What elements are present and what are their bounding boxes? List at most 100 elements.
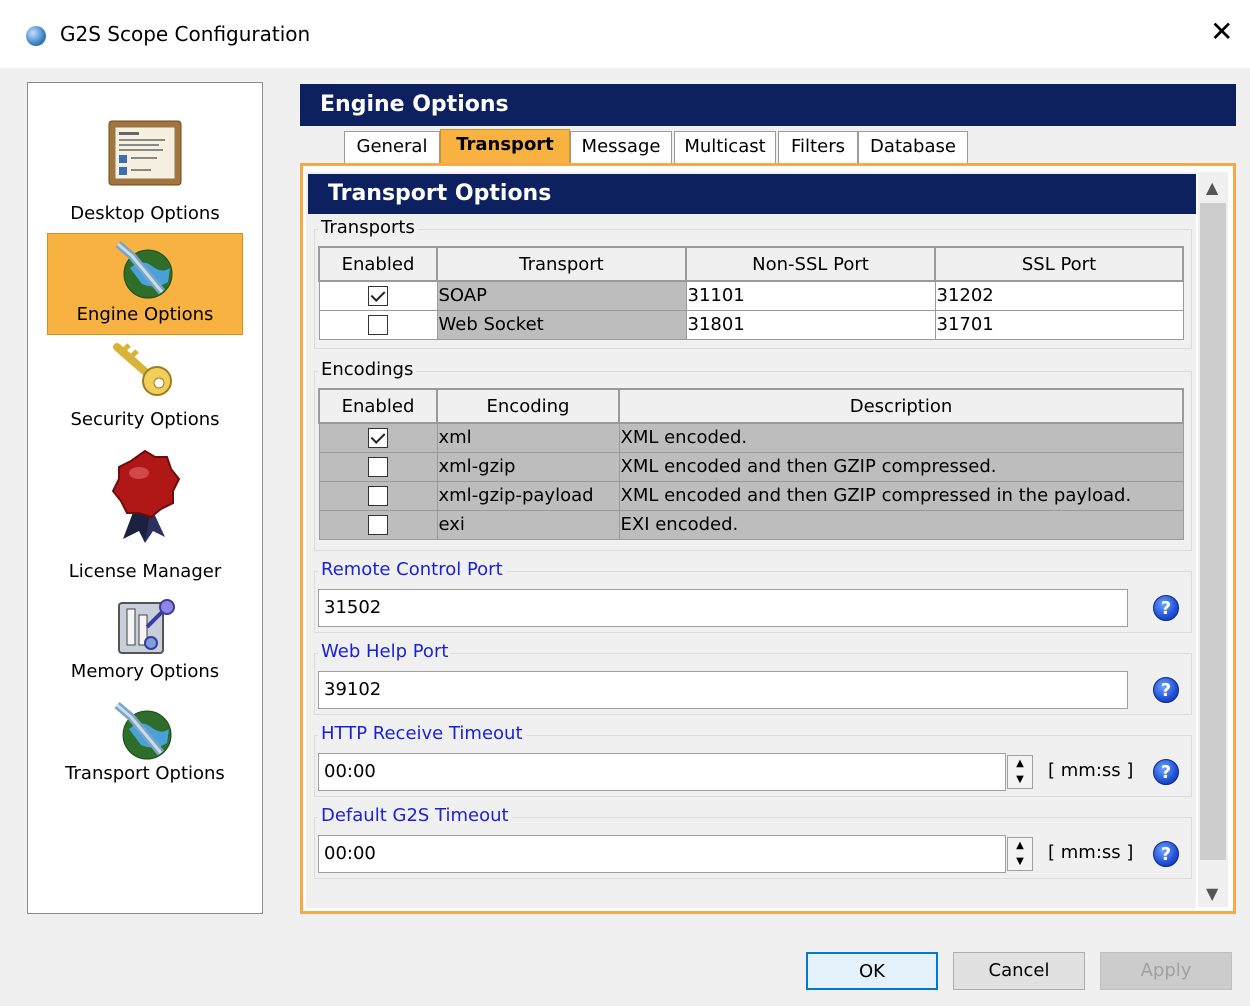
enabled-cell[interactable] [318, 509, 438, 540]
desktop-options-icon [108, 120, 182, 186]
scrollbar-thumb[interactable] [1200, 203, 1226, 860]
enabled-cell[interactable] [318, 451, 438, 482]
help-icon[interactable]: ? [1153, 677, 1179, 703]
ssl-port-cell[interactable]: 31701 [934, 309, 1184, 340]
encoding-cell: xml-gzip [436, 451, 620, 482]
description-cell: XML encoded. [618, 422, 1184, 453]
window-title: G2S Scope Configuration [60, 22, 311, 46]
non-ssl-port-cell[interactable]: 31101 [685, 280, 936, 311]
spin-down-icon[interactable]: ▼ [1008, 854, 1032, 870]
spin-down-icon[interactable]: ▼ [1008, 772, 1032, 788]
enabled-cell[interactable] [318, 309, 438, 340]
sidebar-item-transport-options[interactable]: Transport Options [47, 697, 243, 793]
sidebar-item-desktop-options[interactable]: Desktop Options [47, 113, 243, 224]
column-header[interactable]: Encoding [436, 388, 620, 424]
column-header[interactable]: Enabled [318, 246, 438, 282]
enabled-checkbox[interactable] [368, 515, 388, 535]
scroll-down-icon[interactable]: ▼ [1206, 884, 1218, 903]
tab-transport[interactable]: Transport [440, 129, 570, 163]
enabled-checkbox[interactable] [368, 286, 388, 307]
sidebar-item-label: Memory Options [70, 661, 220, 682]
sidebar-item-label: License Manager [68, 561, 222, 582]
transport-options-header: Transport Options [308, 174, 1196, 214]
column-header[interactable]: SSL Port [934, 246, 1184, 282]
table-row[interactable]: xml XML encoded. [318, 422, 1184, 453]
description-cell: XML encoded and then GZIP compressed. [618, 451, 1184, 482]
default-g2s-timeout-input[interactable]: 00:00 [318, 835, 1006, 873]
transport-cell: Web Socket [436, 309, 687, 340]
enabled-cell[interactable] [318, 480, 438, 511]
sidebar-item-label: Security Options [70, 409, 220, 430]
enabled-checkbox[interactable] [368, 486, 388, 506]
options-sidebar: Desktop Options Engine Options Security … [27, 82, 263, 914]
transports-label: Transports [318, 217, 418, 238]
enabled-cell[interactable] [318, 280, 438, 311]
spin-up-icon[interactable]: ▲ [1008, 838, 1032, 854]
table-header-row: Enabled Encoding Description [318, 388, 1184, 424]
sidebar-item-security-options[interactable]: Security Options [47, 339, 243, 435]
globe-icon [115, 240, 173, 299]
tab-general[interactable]: General [344, 131, 440, 163]
tab-filters[interactable]: Filters [778, 131, 858, 163]
http-receive-timeout-input[interactable]: 00:00 [318, 753, 1006, 791]
table-row[interactable]: exi EXI encoded. [318, 509, 1184, 540]
table-row[interactable]: Web Socket 31801 31701 [318, 309, 1184, 340]
apply-button[interactable]: Apply [1100, 952, 1232, 990]
ssl-port-cell[interactable]: 31202 [934, 280, 1184, 311]
unit-label: [ mm:ss ] [1048, 760, 1134, 781]
scroll-up-icon[interactable]: ▲ [1206, 178, 1218, 197]
table-header-row: Enabled Transport Non-SSL Port SSL Port [318, 246, 1184, 282]
g2s-timeout-spinner[interactable]: ▲ ▼ [1007, 837, 1033, 871]
remote-control-port-input[interactable]: 31502 [318, 589, 1128, 627]
app-icon [26, 26, 46, 46]
help-icon[interactable]: ? [1153, 841, 1179, 867]
non-ssl-port-cell[interactable]: 31801 [685, 309, 936, 340]
table-row[interactable]: SOAP 31101 31202 [318, 280, 1184, 311]
cancel-button[interactable]: Cancel [953, 952, 1085, 990]
column-header[interactable]: Enabled [318, 388, 438, 424]
help-icon[interactable]: ? [1153, 759, 1179, 785]
tab-message[interactable]: Message [570, 131, 672, 163]
encodings-label: Encodings [318, 359, 417, 380]
encoding-cell: xml-gzip-payload [436, 480, 620, 511]
http-timeout-spinner[interactable]: ▲ ▼ [1007, 755, 1033, 789]
enabled-checkbox[interactable] [368, 457, 388, 477]
encoding-cell: exi [436, 509, 620, 540]
description-cell: XML encoded and then GZIP compressed in … [618, 480, 1184, 511]
default-g2s-timeout-label: Default G2S Timeout [318, 805, 512, 826]
sidebar-item-memory-options[interactable]: Memory Options [47, 595, 243, 691]
web-help-port-input[interactable]: 39102 [318, 671, 1128, 709]
ok-button[interactable]: OK [806, 952, 938, 990]
help-icon[interactable]: ? [1153, 595, 1179, 621]
sidebar-item-label: Desktop Options [70, 203, 220, 224]
globe-icon [114, 701, 172, 760]
http-receive-timeout-label: HTTP Receive Timeout [318, 723, 526, 744]
encoding-cell: xml [436, 422, 620, 453]
sidebar-item-license-manager[interactable]: License Manager [47, 445, 243, 587]
tab-database[interactable]: Database [858, 131, 968, 163]
sidebar-item-label: Transport Options [65, 763, 225, 784]
wax-seal-icon [111, 449, 181, 543]
transport-cell: SOAP [436, 280, 687, 311]
remote-control-port-label: Remote Control Port [318, 559, 506, 580]
engine-options-header: Engine Options [300, 84, 1236, 126]
close-icon[interactable]: ✕ [1210, 16, 1233, 48]
table-row[interactable]: xml-gzip XML encoded and then GZIP compr… [318, 451, 1184, 482]
encodings-table: Enabled Encoding Description xml XML enc… [318, 388, 1184, 540]
description-cell: EXI encoded. [618, 509, 1184, 540]
column-header[interactable]: Transport [436, 246, 687, 282]
column-header[interactable]: Non-SSL Port [685, 246, 936, 282]
enabled-checkbox[interactable] [368, 315, 388, 335]
transports-table: Enabled Transport Non-SSL Port SSL Port … [318, 246, 1184, 340]
key-icon [113, 343, 172, 396]
enabled-cell[interactable] [318, 422, 438, 453]
column-header[interactable]: Description [618, 388, 1184, 424]
tab-multicast[interactable]: Multicast [674, 131, 776, 163]
unit-label: [ mm:ss ] [1048, 842, 1134, 863]
sidebar-item-engine-options[interactable]: Engine Options [47, 233, 243, 335]
sidebar-item-label: Engine Options [76, 304, 214, 325]
enabled-checkbox[interactable] [368, 428, 388, 449]
spin-up-icon[interactable]: ▲ [1008, 756, 1032, 772]
memory-switch-icon [118, 599, 175, 654]
table-row[interactable]: xml-gzip-payload XML encoded and then GZ… [318, 480, 1184, 511]
